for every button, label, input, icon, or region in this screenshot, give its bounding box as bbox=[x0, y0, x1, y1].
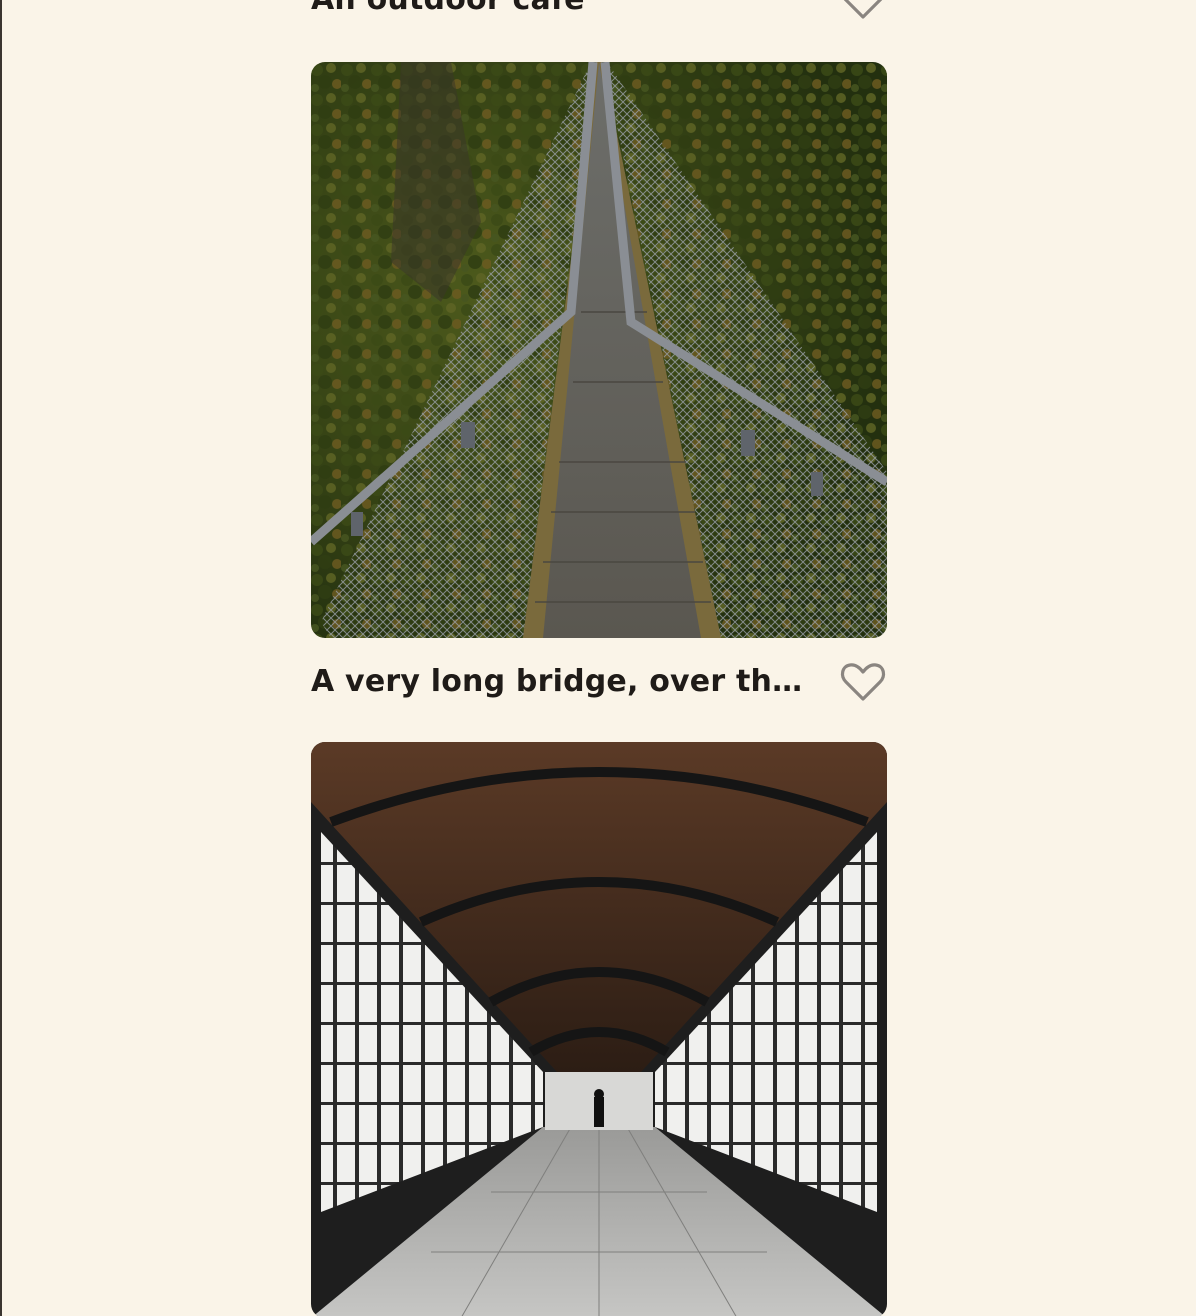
post-caption-row: An outdoor cafe bbox=[311, 0, 887, 22]
window-edge bbox=[0, 0, 2, 1316]
heart-icon[interactable] bbox=[839, 660, 887, 704]
heart-icon[interactable] bbox=[839, 0, 887, 22]
post-caption-row: A very long bridge, over the f… bbox=[311, 660, 887, 704]
post-caption: An outdoor cafe bbox=[311, 0, 811, 22]
post-photo-bridge[interactable] bbox=[311, 62, 887, 638]
post-photo-walkway[interactable] bbox=[311, 742, 887, 1316]
post-caption: A very long bridge, over the f… bbox=[311, 664, 811, 699]
